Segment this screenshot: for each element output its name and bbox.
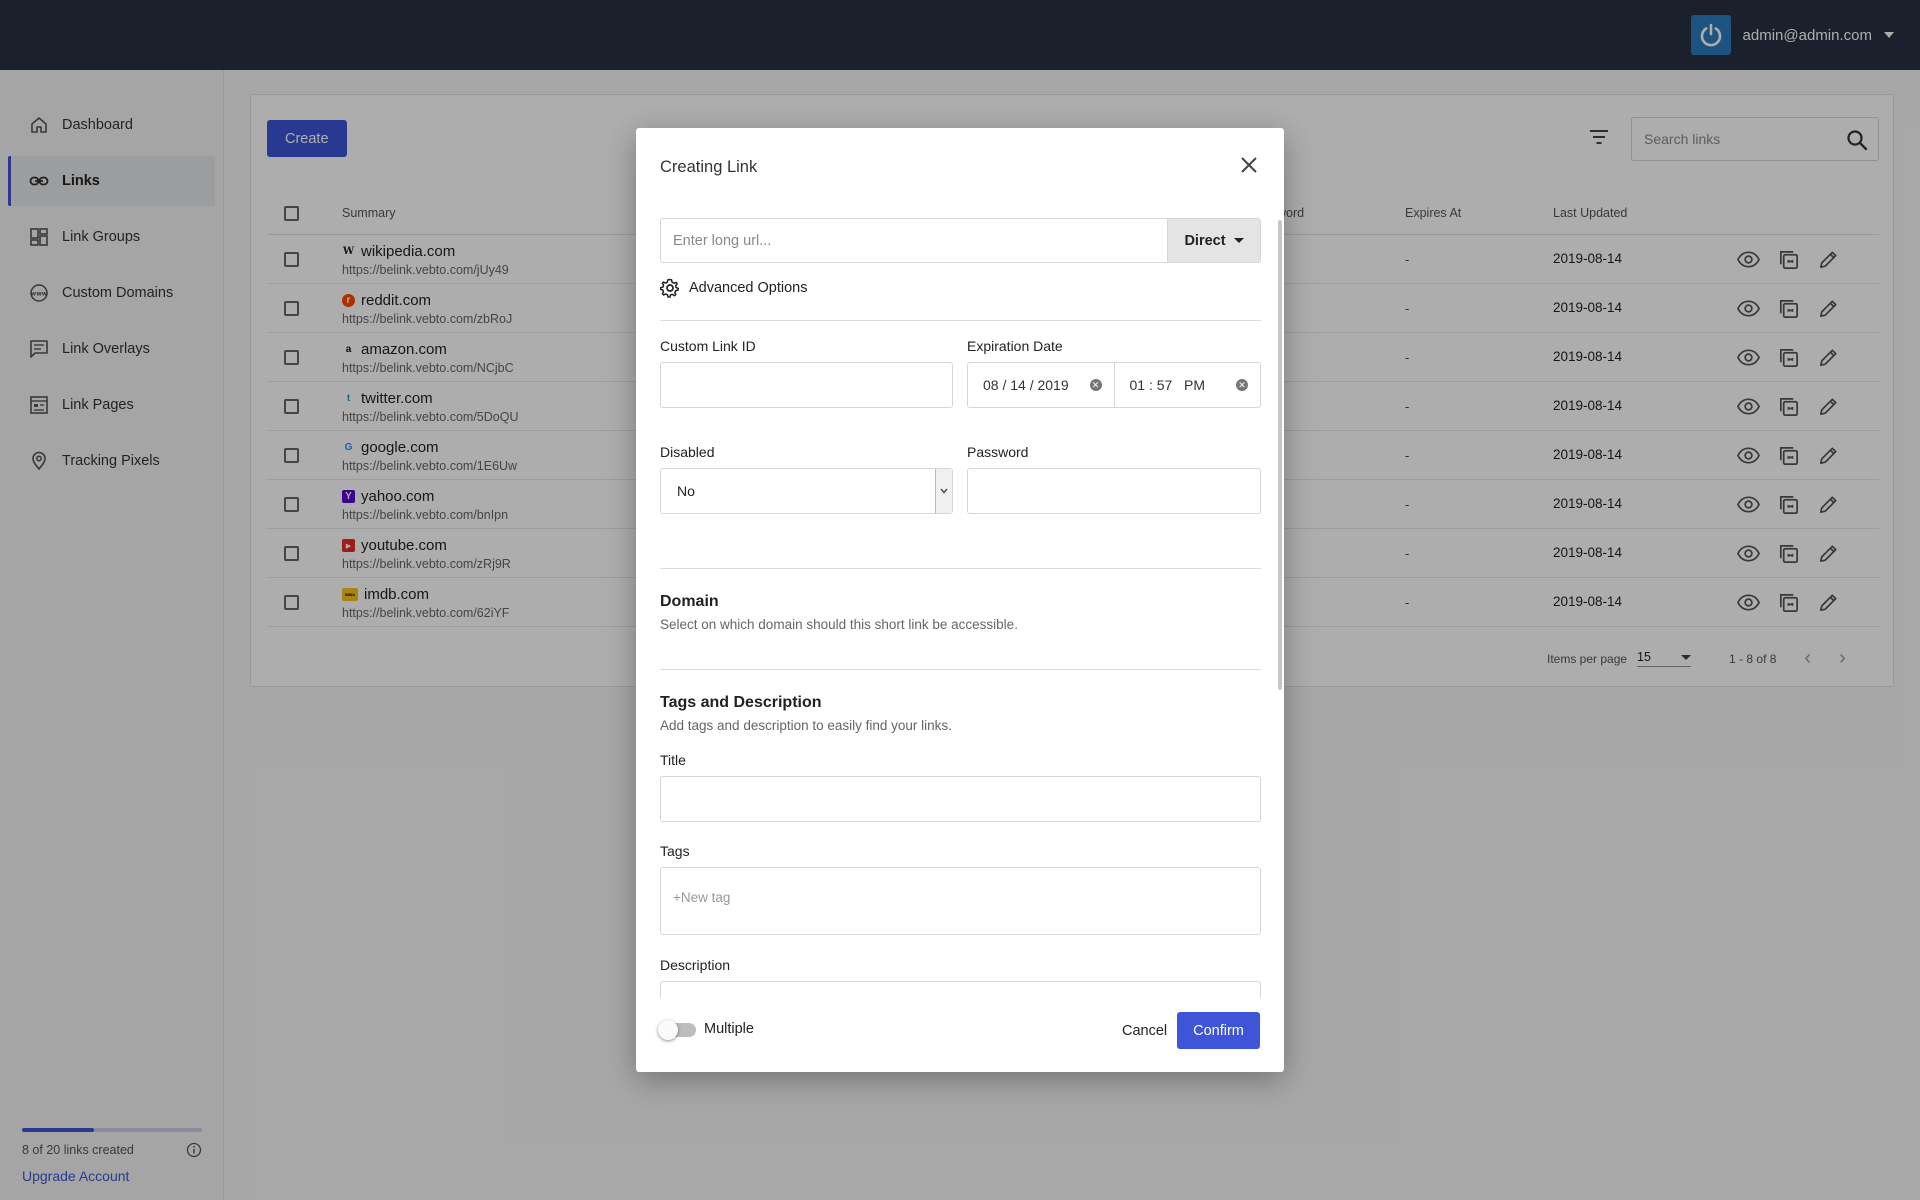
tags-input[interactable]: +New tag — [660, 867, 1261, 935]
custom-link-id-label: Custom Link ID — [660, 338, 756, 354]
multiple-toggle[interactable] — [658, 1020, 696, 1040]
password-label: Password — [967, 444, 1029, 460]
description-textarea[interactable] — [660, 981, 1261, 998]
toggle-knob — [658, 1020, 678, 1040]
url-row: Direct — [660, 218, 1261, 263]
expiration-datetime-field: 08 / 14 / 2019 ✕ 01 : 57 PM ✕ — [967, 362, 1261, 408]
divider — [660, 669, 1261, 670]
expiration-date-label: Expiration Date — [967, 338, 1063, 354]
tags-section-subtitle: Add tags and description to easily find … — [660, 718, 952, 733]
advanced-options-toggle[interactable]: Advanced Options — [660, 278, 808, 298]
clear-time-icon[interactable]: ✕ — [1236, 379, 1248, 391]
close-icon[interactable] — [1240, 156, 1258, 174]
custom-link-id-input[interactable] — [660, 362, 953, 408]
title-label: Title — [660, 752, 686, 768]
clear-date-icon[interactable]: ✕ — [1089, 379, 1102, 391]
advanced-options-label: Advanced Options — [689, 280, 808, 296]
modal-body: Direct Advanced Options Custom Link ID E… — [636, 218, 1284, 998]
tags-section-title: Tags and Description — [660, 694, 822, 711]
long-url-input[interactable] — [661, 219, 1167, 262]
domain-section-subtitle: Select on which domain should this short… — [660, 617, 1018, 632]
cancel-button[interactable]: Cancel — [1112, 1013, 1177, 1049]
modal-title: Creating Link — [660, 158, 758, 176]
divider — [660, 320, 1261, 321]
expiration-date-input[interactable]: 08 / 14 / 2019 ✕ — [968, 363, 1114, 407]
new-tag-placeholder: +New tag — [673, 890, 731, 905]
create-link-modal: Creating Link Direct Advanced Options Cu… — [636, 128, 1284, 1072]
expiration-time-value: 01 : 57 PM — [1129, 377, 1205, 393]
link-type-label: Direct — [1184, 232, 1226, 249]
multiple-label: Multiple — [704, 1021, 754, 1037]
tags-label: Tags — [660, 843, 690, 859]
gear-icon — [660, 278, 680, 298]
disabled-select-value: No — [677, 483, 695, 499]
expiration-date-value: 08 / 14 / 2019 — [983, 377, 1069, 393]
expiration-time-input[interactable]: 01 : 57 PM ✕ — [1113, 363, 1261, 407]
disabled-label: Disabled — [660, 444, 715, 460]
chevron-down-icon — [1233, 238, 1244, 243]
modal-footer: Multiple Cancel Confirm — [636, 1008, 1284, 1052]
password-input[interactable] — [967, 468, 1261, 514]
select-arrow-icon — [935, 469, 952, 513]
divider — [660, 568, 1261, 569]
title-input[interactable] — [660, 776, 1261, 822]
domain-section-title: Domain — [660, 593, 719, 610]
link-type-dropdown[interactable]: Direct — [1167, 219, 1260, 262]
confirm-button[interactable]: Confirm — [1177, 1012, 1260, 1049]
description-label: Description — [660, 957, 731, 973]
disabled-select[interactable]: No — [660, 468, 953, 514]
